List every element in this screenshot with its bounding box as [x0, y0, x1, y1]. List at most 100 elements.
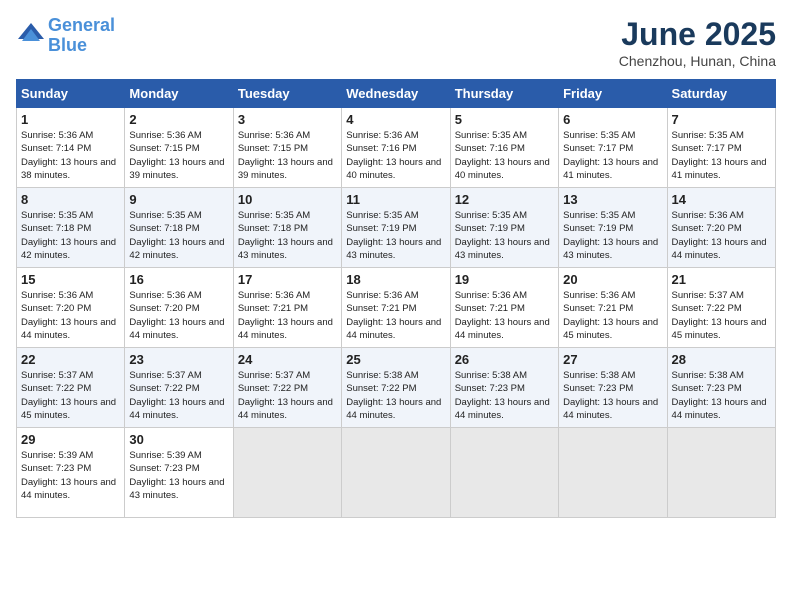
calendar-cell: 4 Sunrise: 5:36 AMSunset: 7:16 PMDaylight…	[342, 108, 450, 188]
calendar-cell: 28Sunrise: 5:38 AMSunset: 7:23 PMDayligh…	[667, 348, 775, 428]
day-number: 3	[238, 112, 337, 127]
calendar-cell	[233, 428, 341, 518]
day-number: 5	[455, 112, 554, 127]
day-info: Sunrise: 5:36 AMSunset: 7:20 PMDaylight:…	[672, 209, 771, 262]
calendar-cell: 9Sunrise: 5:35 AMSunset: 7:18 PMDaylight…	[125, 188, 233, 268]
calendar-cell: 10 Sunrise: 5:35 AMSunset: 7:18 PMDayligh…	[233, 188, 341, 268]
calendar-header: SundayMondayTuesdayWednesdayThursdayFrid…	[17, 80, 776, 108]
day-number: 23	[129, 352, 228, 367]
calendar-cell	[559, 428, 667, 518]
calendar-week-row: 15 Sunrise: 5:36 AMSunset: 7:20 PMDayligh…	[17, 268, 776, 348]
calendar-cell: 24 Sunrise: 5:37 AMSunset: 7:22 PMDayligh…	[233, 348, 341, 428]
calendar-week-row: 29 Sunrise: 5:39 AMSunset: 7:23 PMDayligh…	[17, 428, 776, 518]
day-info: Sunrise: 5:36 AMSunset: 7:21 PMDaylight:…	[455, 289, 554, 342]
page-header: General Blue June 2025 Chenzhou, Hunan, …	[16, 16, 776, 69]
day-info: Sunrise: 5:37 AMSunset: 7:22 PMDaylight:…	[672, 289, 771, 342]
calendar-week-row: 22Sunrise: 5:37 AMSunset: 7:22 PMDayligh…	[17, 348, 776, 428]
calendar-cell: 22Sunrise: 5:37 AMSunset: 7:22 PMDayligh…	[17, 348, 125, 428]
weekday-header-wednesday: Wednesday	[342, 80, 450, 108]
calendar-cell: 20 Sunrise: 5:36 AMSunset: 7:21 PMDayligh…	[559, 268, 667, 348]
day-number: 30	[129, 432, 228, 447]
calendar-cell: 19 Sunrise: 5:36 AMSunset: 7:21 PMDayligh…	[450, 268, 558, 348]
weekday-header-friday: Friday	[559, 80, 667, 108]
calendar-week-row: 8 Sunrise: 5:35 AMSunset: 7:18 PMDaylight…	[17, 188, 776, 268]
day-number: 26	[455, 352, 554, 367]
calendar-cell: 3Sunrise: 5:36 AMSunset: 7:15 PMDaylight…	[233, 108, 341, 188]
calendar-cell: 2 Sunrise: 5:36 AMSunset: 7:15 PMDaylight…	[125, 108, 233, 188]
day-number: 10	[238, 192, 337, 207]
day-number: 20	[563, 272, 662, 287]
day-number: 27	[563, 352, 662, 367]
day-info: Sunrise: 5:36 AMSunset: 7:16 PMDaylight:…	[346, 129, 445, 182]
day-number: 14	[672, 192, 771, 207]
calendar-cell: 11Sunrise: 5:35 AMSunset: 7:19 PMDayligh…	[342, 188, 450, 268]
calendar-cell: 25Sunrise: 5:38 AMSunset: 7:22 PMDayligh…	[342, 348, 450, 428]
day-number: 18	[346, 272, 445, 287]
day-info: Sunrise: 5:35 AMSunset: 7:16 PMDaylight:…	[455, 129, 554, 182]
day-info: Sunrise: 5:37 AMSunset: 7:22 PMDaylight:…	[238, 369, 337, 422]
day-info: Sunrise: 5:38 AMSunset: 7:23 PMDaylight:…	[455, 369, 554, 422]
day-number: 11	[346, 192, 445, 207]
day-info: Sunrise: 5:35 AMSunset: 7:17 PMDaylight:…	[672, 129, 771, 182]
day-info: Sunrise: 5:39 AMSunset: 7:23 PMDaylight:…	[21, 449, 120, 502]
day-number: 7	[672, 112, 771, 127]
day-info: Sunrise: 5:37 AMSunset: 7:22 PMDaylight:…	[129, 369, 228, 422]
day-number: 8	[21, 192, 120, 207]
calendar-table: SundayMondayTuesdayWednesdayThursdayFrid…	[16, 79, 776, 518]
day-info: Sunrise: 5:36 AMSunset: 7:15 PMDaylight:…	[129, 129, 228, 182]
day-info: Sunrise: 5:35 AMSunset: 7:18 PMDaylight:…	[238, 209, 337, 262]
calendar-week-row: 1Sunrise: 5:36 AMSunset: 7:14 PMDaylight…	[17, 108, 776, 188]
calendar-cell: 7 Sunrise: 5:35 AMSunset: 7:17 PMDaylight…	[667, 108, 775, 188]
day-info: Sunrise: 5:36 AMSunset: 7:20 PMDaylight:…	[21, 289, 120, 342]
calendar-cell: 8 Sunrise: 5:35 AMSunset: 7:18 PMDaylight…	[17, 188, 125, 268]
calendar-cell: 30 Sunrise: 5:39 AMSunset: 7:23 PMDayligh…	[125, 428, 233, 518]
weekday-row: SundayMondayTuesdayWednesdayThursdayFrid…	[17, 80, 776, 108]
title-section: June 2025 Chenzhou, Hunan, China	[619, 16, 776, 69]
day-info: Sunrise: 5:38 AMSunset: 7:23 PMDaylight:…	[563, 369, 662, 422]
weekday-header-monday: Monday	[125, 80, 233, 108]
day-number: 6	[563, 112, 662, 127]
day-info: Sunrise: 5:38 AMSunset: 7:23 PMDaylight:…	[672, 369, 771, 422]
day-number: 19	[455, 272, 554, 287]
day-info: Sunrise: 5:35 AMSunset: 7:19 PMDaylight:…	[563, 209, 662, 262]
calendar-cell: 15 Sunrise: 5:36 AMSunset: 7:20 PMDayligh…	[17, 268, 125, 348]
calendar-body: 1Sunrise: 5:36 AMSunset: 7:14 PMDaylight…	[17, 108, 776, 518]
day-number: 24	[238, 352, 337, 367]
calendar-cell: 17Sunrise: 5:36 AMSunset: 7:21 PMDayligh…	[233, 268, 341, 348]
calendar-cell	[450, 428, 558, 518]
day-number: 4	[346, 112, 445, 127]
day-number: 21	[672, 272, 771, 287]
logo: General Blue	[16, 16, 115, 56]
day-info: Sunrise: 5:35 AMSunset: 7:19 PMDaylight:…	[455, 209, 554, 262]
weekday-header-saturday: Saturday	[667, 80, 775, 108]
day-number: 29	[21, 432, 120, 447]
calendar-cell	[667, 428, 775, 518]
day-info: Sunrise: 5:36 AMSunset: 7:21 PMDaylight:…	[563, 289, 662, 342]
weekday-header-sunday: Sunday	[17, 80, 125, 108]
weekday-header-tuesday: Tuesday	[233, 80, 341, 108]
day-number: 9	[129, 192, 228, 207]
calendar-cell: 26 Sunrise: 5:38 AMSunset: 7:23 PMDayligh…	[450, 348, 558, 428]
day-info: Sunrise: 5:39 AMSunset: 7:23 PMDaylight:…	[129, 449, 228, 502]
calendar-cell: 1Sunrise: 5:36 AMSunset: 7:14 PMDaylight…	[17, 108, 125, 188]
day-info: Sunrise: 5:38 AMSunset: 7:22 PMDaylight:…	[346, 369, 445, 422]
calendar-cell: 23 Sunrise: 5:37 AMSunset: 7:22 PMDayligh…	[125, 348, 233, 428]
day-number: 15	[21, 272, 120, 287]
logo-text: General Blue	[48, 16, 115, 56]
day-info: Sunrise: 5:36 AMSunset: 7:14 PMDaylight:…	[21, 129, 120, 182]
day-info: Sunrise: 5:37 AMSunset: 7:22 PMDaylight:…	[21, 369, 120, 422]
month-title: June 2025	[619, 16, 776, 53]
calendar-cell: 14 Sunrise: 5:36 AMSunset: 7:20 PMDayligh…	[667, 188, 775, 268]
day-number: 2	[129, 112, 228, 127]
logo-icon	[16, 21, 46, 51]
day-info: Sunrise: 5:36 AMSunset: 7:20 PMDaylight:…	[129, 289, 228, 342]
calendar-cell: 6Sunrise: 5:35 AMSunset: 7:17 PMDaylight…	[559, 108, 667, 188]
day-number: 12	[455, 192, 554, 207]
day-info: Sunrise: 5:35 AMSunset: 7:18 PMDaylight:…	[21, 209, 120, 262]
calendar-cell	[342, 428, 450, 518]
calendar-cell: 13Sunrise: 5:35 AMSunset: 7:19 PMDayligh…	[559, 188, 667, 268]
logo-line1: General	[48, 15, 115, 35]
location: Chenzhou, Hunan, China	[619, 53, 776, 69]
calendar-cell: 16Sunrise: 5:36 AMSunset: 7:20 PMDayligh…	[125, 268, 233, 348]
calendar-cell: 5 Sunrise: 5:35 AMSunset: 7:16 PMDaylight…	[450, 108, 558, 188]
